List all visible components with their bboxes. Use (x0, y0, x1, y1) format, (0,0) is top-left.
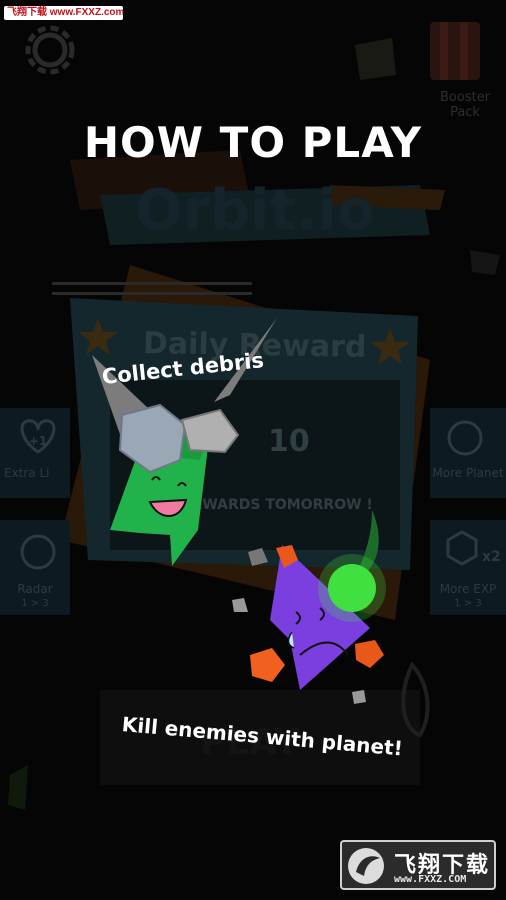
debris-rock (118, 403, 187, 474)
watermark-badge-url: www.FXXZ.COM (394, 874, 467, 885)
watermark-top: 飞翔下载 www.FXXZ.com (4, 6, 123, 20)
fxxz-logo-icon (348, 848, 384, 884)
debris-small (248, 548, 268, 566)
watermark-badge: 飞翔下载 www.FXXZ.COM (340, 840, 496, 890)
debris-rock (180, 408, 240, 454)
debris-small (232, 598, 248, 612)
how-to-play-title: HOW TO PLAY (83, 118, 423, 167)
debris-small (352, 690, 366, 704)
debris-orange (250, 648, 285, 682)
debris-orange (355, 640, 384, 668)
